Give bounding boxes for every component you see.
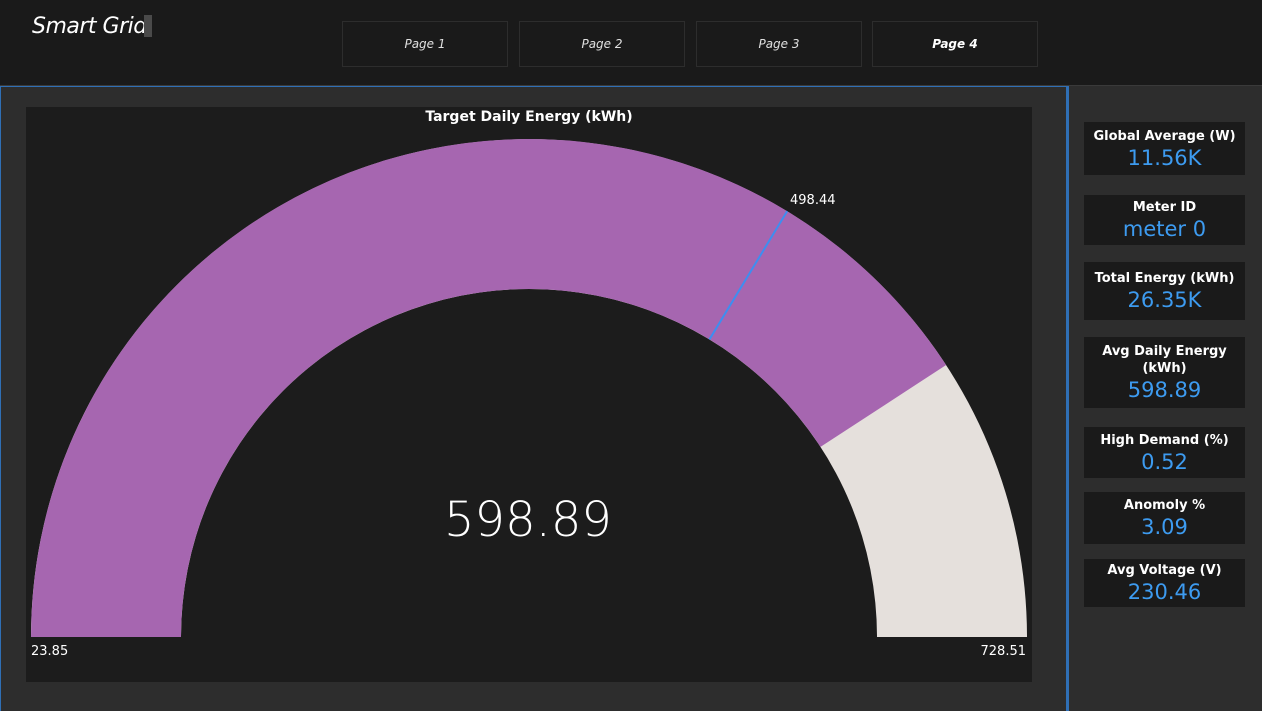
kpi-card-meter-id[interactable]: Meter ID meter 0 [1084, 195, 1245, 245]
gauge-value: 598.89 [444, 492, 612, 548]
kpi-card-global-average[interactable]: Global Average (W) 11.56K [1084, 122, 1245, 175]
kpi-card-anomaly[interactable]: Anomoly % 3.09 [1084, 492, 1245, 544]
kpi-label: Avg Daily Energy (kWh) [1102, 344, 1227, 376]
title-accent-bar [144, 15, 152, 37]
kpi-label: High Demand (%) [1100, 432, 1229, 448]
kpi-label: Meter ID [1132, 200, 1197, 215]
gauge-target-label: 498.44 [790, 193, 836, 208]
kpi-value: 598.89 [1127, 378, 1202, 402]
gauge-visual[interactable]: Target Daily Energy (kWh) 498.44 598.89 … [26, 107, 1032, 682]
kpi-label: Avg Voltage (V) [1107, 563, 1222, 578]
kpi-value: 230.46 [1127, 580, 1202, 604]
gauge-min-label: 23.85 [31, 644, 69, 659]
kpi-label: Anomoly % [1123, 498, 1206, 513]
gauge-fill [31, 139, 947, 637]
gauge-chart [31, 139, 1027, 637]
kpi-value: 26.35K [1127, 288, 1202, 312]
kpi-label: Global Average (W) [1093, 128, 1236, 144]
kpi-card-high-demand[interactable]: High Demand (%) 0.52 [1084, 427, 1245, 478]
nav-page-3-button[interactable]: Page 3 [696, 21, 862, 67]
app-title: Smart Grid [32, 14, 147, 39]
nav-page-2-button[interactable]: Page 2 [519, 21, 685, 67]
gauge-max-label: 728.51 [980, 644, 1027, 659]
kpi-value: 0.52 [1141, 449, 1188, 474]
kpi-card-avg-daily-energy[interactable]: Avg Daily Energy (kWh) 598.89 [1084, 337, 1245, 408]
kpi-card-avg-voltage[interactable]: Avg Voltage (V) 230.46 [1084, 559, 1245, 607]
nav-page-4-button[interactable]: Page 4 [872, 21, 1038, 67]
kpi-value: 3.09 [1141, 515, 1188, 539]
kpi-value: meter 0 [1122, 217, 1207, 241]
kpi-value: 11.56K [1127, 145, 1202, 170]
gauge-title: Target Daily Energy (kWh) [425, 109, 633, 125]
kpi-card-total-energy[interactable]: Total Energy (kWh) 26.35K [1084, 262, 1245, 320]
header-bar: Smart Grid Page 1 Page 2 Page 3 Page 4 [0, 0, 1262, 86]
nav-page-1-button[interactable]: Page 1 [342, 21, 508, 67]
kpi-label: Total Energy (kWh) [1094, 271, 1235, 286]
